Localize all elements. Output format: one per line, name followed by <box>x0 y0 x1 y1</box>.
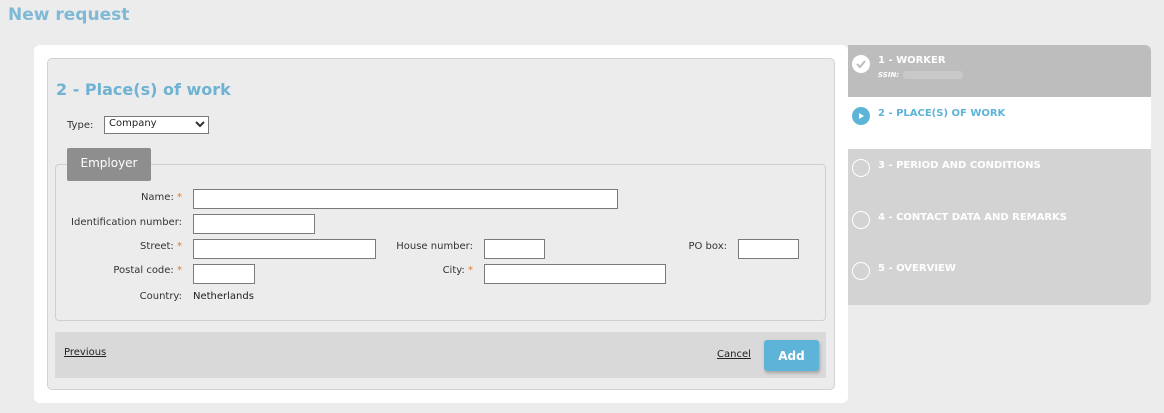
chevron-down-icon <box>195 117 205 134</box>
street-label: Street: * <box>140 241 182 252</box>
form-footer: Previous Cancel Add <box>55 332 826 378</box>
name-input[interactable] <box>193 189 618 209</box>
circle-icon <box>852 211 870 229</box>
required-marker: * <box>468 265 473 276</box>
step-label: 1 - WORKER <box>878 55 946 66</box>
step-label: 5 - OVERVIEW <box>878 263 956 274</box>
po-box-label: PO box: <box>688 241 727 252</box>
steps-panel: 1 - WORKER SSIN: 2 - PLACE(S) OF WORK 3 … <box>848 45 1151 305</box>
required-marker: * <box>177 265 182 276</box>
step-sub: SSIN: <box>878 71 964 79</box>
check-icon <box>852 55 870 73</box>
postal-code-label: Postal code: * <box>113 265 182 276</box>
house-number-label: House number: <box>396 241 473 252</box>
required-marker: * <box>177 241 182 252</box>
city-label: City: * <box>442 265 473 276</box>
step-label: 2 - PLACE(S) OF WORK <box>878 108 1006 119</box>
step-overview[interactable]: 5 - OVERVIEW <box>848 252 1151 304</box>
previous-link[interactable]: Previous <box>64 347 106 358</box>
city-input[interactable] <box>484 264 666 284</box>
identification-number-input[interactable] <box>193 214 315 234</box>
add-button[interactable]: Add <box>764 340 819 371</box>
play-icon <box>852 107 870 125</box>
identification-number-label: Identification number: <box>71 217 182 228</box>
postal-code-input[interactable] <box>193 264 255 284</box>
type-select-value: Company <box>109 118 157 129</box>
step-period-conditions[interactable]: 3 - PERIOD AND CONDITIONS <box>848 149 1151 201</box>
step-place-of-work[interactable]: 2 - PLACE(S) OF WORK <box>848 97 1151 149</box>
country-value: Netherlands <box>193 291 254 302</box>
page-title: New request <box>8 5 130 25</box>
house-number-input[interactable] <box>484 239 545 259</box>
cancel-link[interactable]: Cancel <box>717 349 751 360</box>
form-panel: 2 - Place(s) of work Type: Company Name:… <box>47 58 835 390</box>
employer-tab: Employer <box>67 148 151 181</box>
type-select[interactable]: Company <box>104 116 209 134</box>
country-label: Country: <box>139 291 182 302</box>
employer-fieldset: Name: * Identification number: Street: *… <box>55 164 826 321</box>
step-contact-data[interactable]: 4 - CONTACT DATA AND REMARKS <box>848 201 1151 253</box>
name-label: Name: * <box>140 192 182 203</box>
redacted-value <box>903 71 964 79</box>
po-box-input[interactable] <box>738 239 799 259</box>
type-label: Type: <box>67 120 94 131</box>
step-label: 3 - PERIOD AND CONDITIONS <box>878 160 1041 171</box>
section-title: 2 - Place(s) of work <box>56 80 231 99</box>
circle-icon <box>852 159 870 177</box>
main-card: 2 - Place(s) of work Type: Company Name:… <box>34 45 848 403</box>
step-worker[interactable]: 1 - WORKER SSIN: <box>848 45 1151 97</box>
circle-icon <box>852 262 870 280</box>
step-label: 4 - CONTACT DATA AND REMARKS <box>878 212 1067 223</box>
street-input[interactable] <box>193 239 376 259</box>
required-marker: * <box>177 192 182 203</box>
